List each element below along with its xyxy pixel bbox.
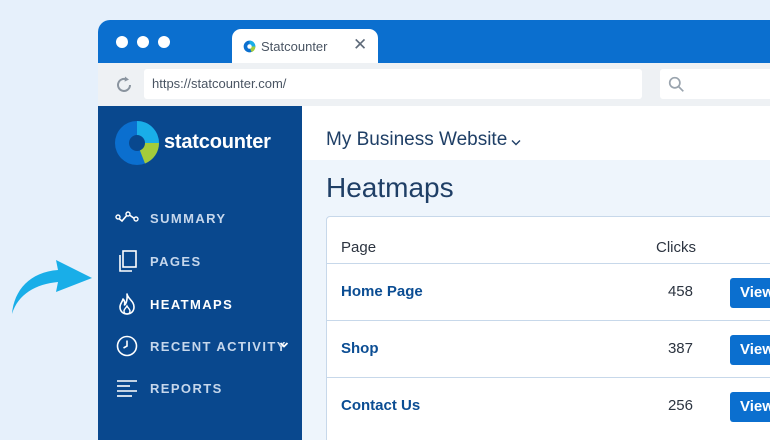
- pointer-arrow-icon: [12, 260, 92, 314]
- summary-graph-icon: [115, 211, 139, 223]
- page-name-cell[interactable]: Contact Us: [341, 397, 420, 414]
- window-control-dot[interactable]: [137, 36, 149, 48]
- sidebar-item-label: HEATMAPS: [150, 297, 234, 312]
- window-control-dot[interactable]: [158, 36, 170, 48]
- table-row: Shop 387 View: [327, 320, 770, 378]
- browser-search-input[interactable]: [660, 69, 770, 99]
- statcounter-favicon-icon: [243, 40, 256, 53]
- heatmaps-table: Page Clicks Home Page 458 View Shop 387 …: [326, 216, 770, 440]
- clock-icon: [116, 335, 138, 357]
- sidebar-item-heatmaps[interactable]: HEATMAPS: [98, 286, 302, 322]
- address-bar[interactable]: https://statcounter.com/: [144, 69, 642, 99]
- view-heatmap-button[interactable]: View: [730, 392, 770, 422]
- sidebar-item-recent-activity[interactable]: RECENT ACTIVITY: [98, 328, 302, 364]
- sidebar-item-label: PAGES: [150, 254, 202, 269]
- sidebar-item-label: SUMMARY: [150, 211, 227, 226]
- sidebar-item-reports[interactable]: REPORTS: [98, 370, 302, 406]
- browser-window: Statcounter ✕ https://statcounter.com/ s…: [98, 20, 770, 440]
- column-header-page[interactable]: Page: [341, 239, 376, 256]
- sidebar-item-pages[interactable]: PAGES: [98, 243, 302, 279]
- site-selector[interactable]: My Business Website: [326, 129, 507, 151]
- browser-titlebar: Statcounter ✕: [98, 20, 770, 63]
- clicks-cell: 256: [667, 397, 693, 414]
- clicks-cell: 458: [667, 283, 693, 300]
- page-name-cell[interactable]: Home Page: [341, 283, 423, 300]
- table-row: Contact Us 256 View: [327, 377, 770, 435]
- flame-icon: [119, 293, 135, 315]
- page-name-cell[interactable]: Shop: [341, 340, 379, 357]
- tab-close-icon[interactable]: ✕: [353, 36, 367, 53]
- sidebar-item-summary[interactable]: SUMMARY: [98, 200, 302, 236]
- chevron-down-icon[interactable]: [279, 340, 289, 350]
- column-header-clicks[interactable]: Clicks: [656, 239, 696, 256]
- view-heatmap-button[interactable]: View: [730, 335, 770, 365]
- sidebar-item-label: REPORTS: [150, 381, 223, 396]
- sidebar-item-label: RECENT ACTIVITY: [150, 339, 287, 354]
- chevron-down-icon[interactable]: [511, 139, 521, 147]
- site-selector-bar: My Business Website: [302, 106, 770, 160]
- window-control-dot[interactable]: [116, 36, 128, 48]
- clicks-cell: 387: [667, 340, 693, 357]
- table-row: Home Page 458 View: [327, 263, 770, 321]
- search-icon: [668, 76, 684, 92]
- statcounter-logo-icon[interactable]: [114, 120, 160, 166]
- brand-name: statcounter: [164, 131, 271, 153]
- reload-icon[interactable]: [114, 75, 134, 95]
- main-content: My Business Website Heatmaps Page Clicks…: [302, 106, 770, 440]
- reports-icon: [117, 380, 137, 397]
- page-title: Heatmaps: [326, 172, 454, 203]
- pages-icon: [119, 250, 137, 272]
- tab-title: Statcounter: [261, 39, 328, 54]
- browser-tab[interactable]: Statcounter ✕: [232, 29, 378, 63]
- view-heatmap-button[interactable]: View: [730, 278, 770, 308]
- browser-toolbar: https://statcounter.com/: [98, 63, 770, 106]
- sidebar: statcounter SUMMARY PAGES HEATMAPS RECEN…: [98, 106, 302, 440]
